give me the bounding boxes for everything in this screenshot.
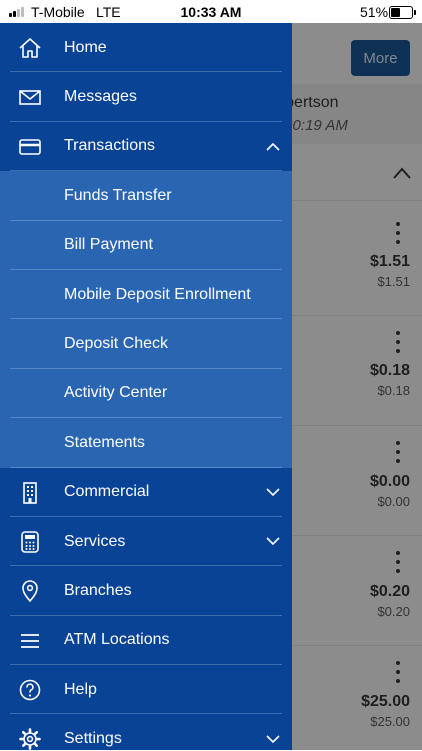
menu-item-home[interactable]: Home [0,23,292,73]
battery-icon [389,6,416,19]
menu-item-messages[interactable]: Messages [0,72,292,123]
gear-icon [19,728,41,750]
menu-label: Commercial [64,483,150,501]
submenu-item-deposit-check[interactable]: Deposit Check [0,319,292,370]
menu-item-atm-locations[interactable]: ATM Locations [0,616,292,666]
list-icon [21,633,39,648]
menu-item-settings[interactable]: Settings [0,714,292,750]
chevron-up-icon[interactable] [266,142,280,151]
chevron-down-icon[interactable] [266,735,280,744]
map-pin-icon [22,580,38,603]
help-icon [19,679,41,701]
chevron-down-icon[interactable] [266,488,280,497]
submenu-item-mobile-deposit-enrollment[interactable]: Mobile Deposit Enrollment [0,269,292,320]
menu-label: Home [64,38,107,56]
menu-label: Branches [64,581,132,599]
menu-label: Settings [64,730,122,748]
menu-item-branches[interactable]: Branches [0,566,292,617]
building-icon [23,481,37,504]
menu-item-commercial[interactable]: Commercial [0,468,292,518]
home-icon [19,38,41,58]
menu-label: Mobile Deposit Enrollment [64,285,251,303]
battery-percent: 51% [360,4,389,20]
menu-label: Funds Transfer [64,186,172,204]
menu-label: Transactions [64,137,155,155]
submenu-item-activity-center[interactable]: Activity Center [0,368,292,419]
menu-label: Messages [64,88,137,106]
menu-label: Activity Center [64,384,168,402]
submenu-item-statements[interactable]: Statements [0,418,292,468]
submenu-item-bill-payment[interactable]: Bill Payment [0,220,292,271]
status-bar: T-Mobile LTE 10:33 AM 51% [0,0,422,23]
navigation-drawer: Home Messages Transactions Funds Transfe… [0,23,292,750]
menu-label: Help [64,680,97,698]
chevron-down-icon[interactable] [266,537,280,546]
clock: 10:33 AM [180,4,242,20]
menu-label: Statements [64,433,145,451]
submenu-item-funds-transfer[interactable]: Funds Transfer [0,171,292,221]
menu-item-transactions[interactable]: Transactions [0,122,292,172]
menu-item-help[interactable]: Help [0,665,292,715]
menu-label: Bill Payment [64,236,153,254]
envelope-icon [19,90,41,106]
menu-item-services[interactable]: Services [0,517,292,567]
menu-label: Deposit Check [64,335,169,353]
menu-label: Services [64,532,126,550]
card-icon [19,138,41,155]
menu-label: ATM Locations [64,631,170,649]
calculator-icon [21,531,39,553]
